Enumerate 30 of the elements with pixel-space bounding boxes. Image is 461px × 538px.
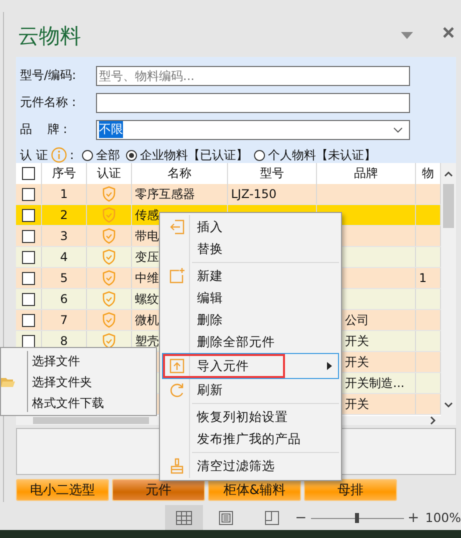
table-cell: 6: [60, 292, 68, 306]
table-cell: 开关制造...: [345, 374, 404, 392]
field-label: 品 牌 :: [19, 121, 68, 138]
pane-title: 云物料: [17, 23, 82, 50]
table-cell: 塑壳: [135, 332, 159, 350]
table-cell: 传感: [135, 206, 159, 224]
table-cell: 零序互感器: [135, 186, 195, 202]
table-cell: 公司: [345, 312, 369, 328]
table-cell: 开关: [345, 354, 369, 370]
table-cell: 1: [60, 187, 68, 201]
table-cell: 8: [60, 334, 68, 348]
field-label: 元件名称 :: [19, 94, 77, 111]
field-label: 型号/编码:: [19, 67, 78, 84]
certification-label: 认 证: [20, 146, 48, 164]
colon-text: :: [70, 148, 74, 162]
table-cell: 螺纹: [135, 290, 159, 308]
table-cell: 带电: [135, 228, 159, 244]
table-cell: 5: [60, 271, 68, 285]
table-cell: LJZ-150: [231, 187, 276, 201]
table-cell: 4: [60, 250, 68, 264]
table-cell: 中维: [135, 270, 159, 286]
table-cell: 开关: [345, 332, 369, 350]
table-cell: 开关: [345, 396, 369, 412]
table-cell: 变压: [135, 248, 159, 266]
table-cell: 微机: [135, 312, 159, 328]
table-cell: 2: [60, 208, 68, 222]
zoom-level: 100%: [425, 510, 461, 525]
table-cell: 3: [60, 229, 68, 243]
table-cell: 1: [419, 271, 427, 285]
table-cell: 7: [60, 313, 68, 327]
